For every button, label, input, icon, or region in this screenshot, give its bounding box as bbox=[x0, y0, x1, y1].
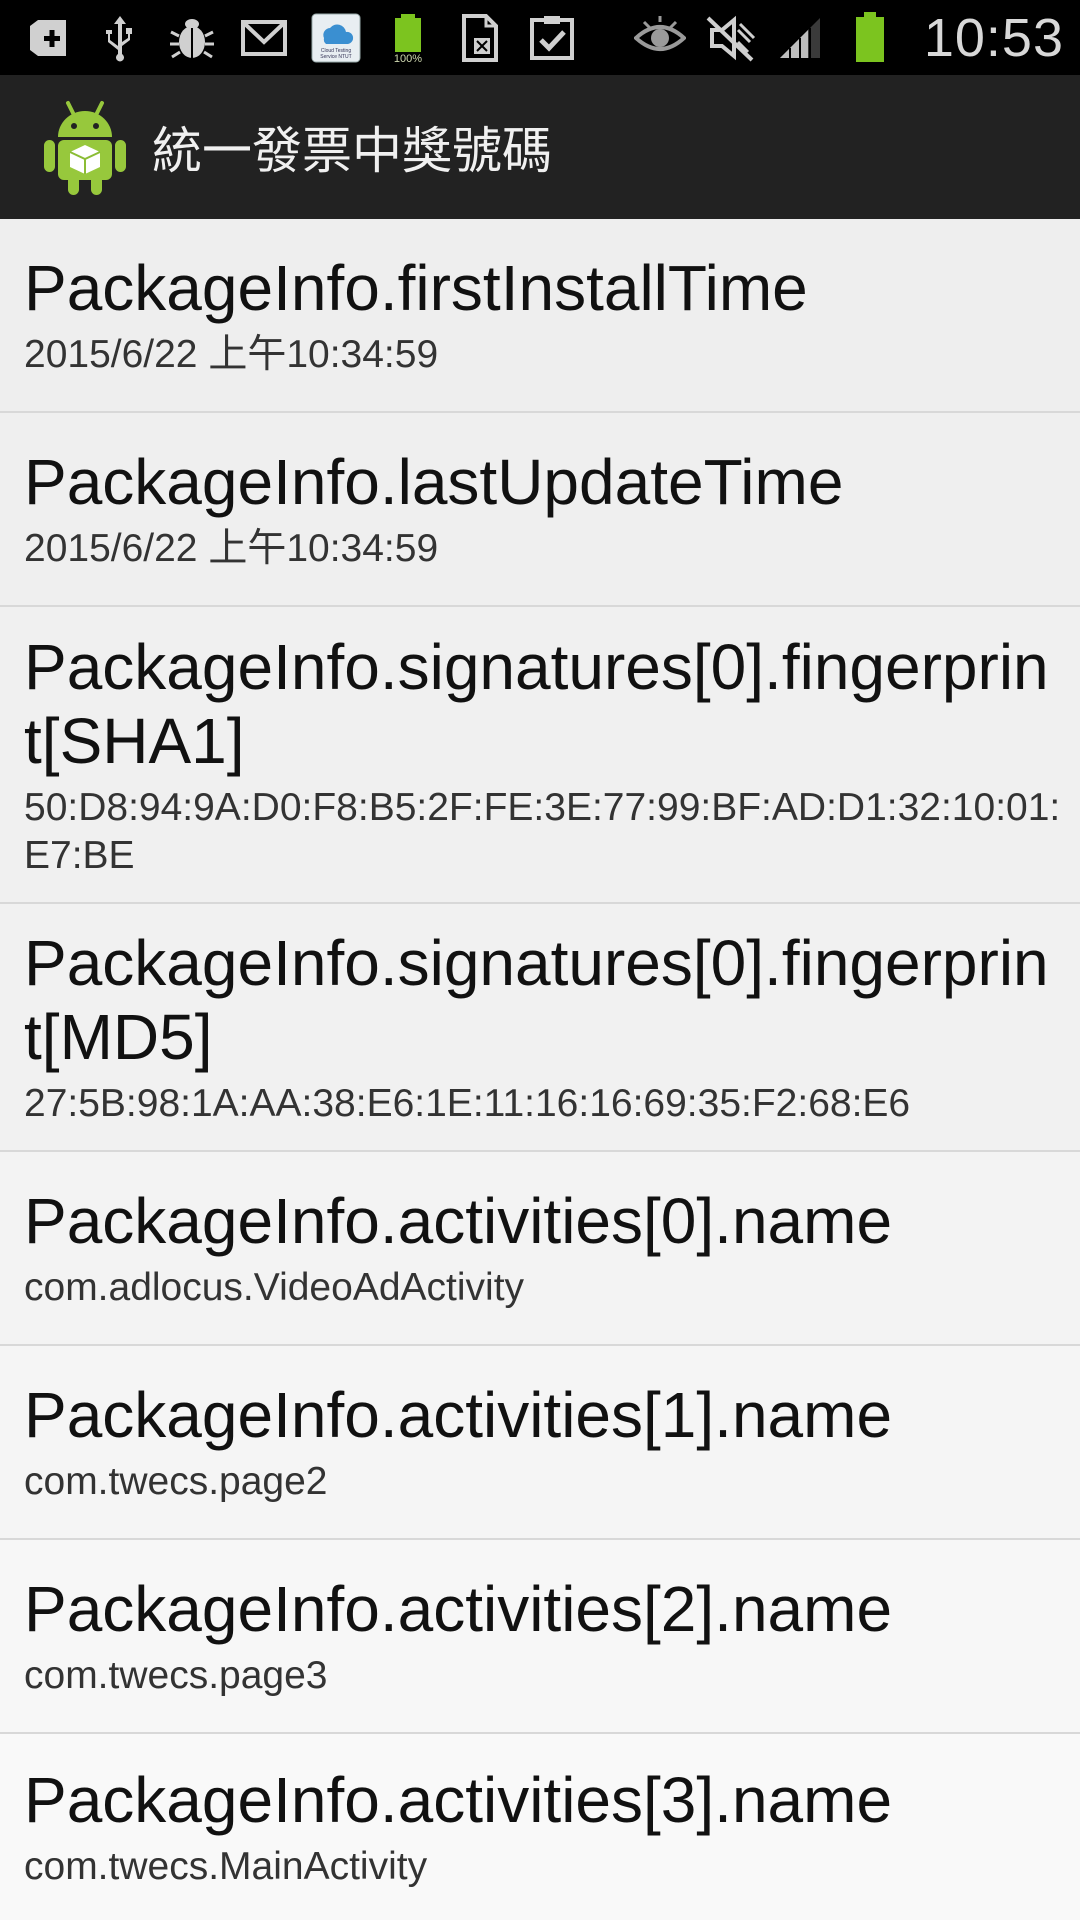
item-title: PackageInfo.activities[3].name bbox=[24, 1764, 893, 1836]
item-title: PackageInfo.signatures[0].fingerprint[MD… bbox=[24, 927, 1049, 1073]
document-icon bbox=[454, 12, 506, 64]
clipboard-check-icon bbox=[526, 12, 578, 64]
item-title: PackageInfo.lastUpdateTime bbox=[24, 446, 844, 518]
status-bar: Cloud Testing Service NTUT 100% 10:53 bbox=[0, 0, 1080, 75]
mute-icon bbox=[704, 12, 756, 64]
list-item[interactable]: PackageInfo.lastUpdateTime 2015/6/22 上午1… bbox=[0, 413, 1080, 607]
list-item[interactable]: PackageInfo.activities[1].name com.twecs… bbox=[0, 1346, 1080, 1540]
item-title: PackageInfo.firstInstallTime bbox=[24, 252, 808, 324]
system-status-icons: 10:53 bbox=[633, 8, 1064, 68]
item-title: PackageInfo.signatures[0].fingerprint[SH… bbox=[24, 630, 1049, 777]
notification-icons: Cloud Testing Service NTUT 100% bbox=[22, 8, 578, 68]
item-value: com.twecs.MainActivity bbox=[24, 1845, 428, 1888]
list-item[interactable]: PackageInfo.activities[3].name com.twecs… bbox=[0, 1734, 1080, 1920]
package-info-list: PackageInfo.firstInstallTime 2015/6/22 上… bbox=[0, 219, 1080, 1920]
action-bar: 統一發票中獎號碼 bbox=[0, 75, 1080, 219]
list-item[interactable]: PackageInfo.signatures[0].fingerprint[SH… bbox=[0, 607, 1080, 904]
bug-icon bbox=[166, 12, 218, 64]
item-value: 50:D8:94:9A:D0:F8:B5:2F:FE:3E:77:99:BF:A… bbox=[24, 785, 1061, 877]
add-icon bbox=[22, 12, 74, 64]
item-value: com.twecs.page2 bbox=[24, 1460, 328, 1503]
usb-icon bbox=[94, 12, 146, 64]
list-item[interactable]: PackageInfo.activities[2].name com.twecs… bbox=[0, 1540, 1080, 1734]
item-title: PackageInfo.activities[0].name bbox=[24, 1185, 893, 1257]
item-title: PackageInfo.activities[2].name bbox=[24, 1573, 893, 1645]
item-value: com.twecs.page3 bbox=[24, 1654, 328, 1697]
signal-icon bbox=[774, 12, 826, 64]
list-item[interactable]: PackageInfo.firstInstallTime 2015/6/22 上… bbox=[0, 219, 1080, 413]
item-title: PackageInfo.activities[1].name bbox=[24, 1379, 893, 1451]
gmail-icon bbox=[238, 12, 290, 64]
battery-icon bbox=[844, 12, 896, 64]
battery-full-icon: 100% bbox=[382, 12, 434, 64]
list-item[interactable]: PackageInfo.signatures[0].fingerprint[MD… bbox=[0, 904, 1080, 1152]
eye-icon bbox=[633, 12, 686, 64]
svg-text:100%: 100% bbox=[394, 53, 422, 64]
item-value: com.adlocus.VideoAdActivity bbox=[24, 1266, 525, 1309]
list-item[interactable]: PackageInfo.activities[0].name com.adloc… bbox=[0, 1152, 1080, 1346]
android-app-icon[interactable] bbox=[40, 97, 130, 197]
status-clock: 10:53 bbox=[923, 8, 1064, 68]
cloud-app-icon: Cloud Testing Service NTUT bbox=[310, 12, 362, 64]
app-title: 統一發票中獎號碼 bbox=[152, 122, 552, 180]
item-value: 2015/6/22 上午10:34:59 bbox=[24, 527, 439, 570]
item-value: 2015/6/22 上午10:34:59 bbox=[24, 333, 439, 376]
svg-text:Service NTUT: Service NTUT bbox=[320, 54, 351, 60]
item-value: 27:5B:98:1A:AA:38:E6:1E:11:16:16:69:35:F… bbox=[24, 1082, 911, 1125]
